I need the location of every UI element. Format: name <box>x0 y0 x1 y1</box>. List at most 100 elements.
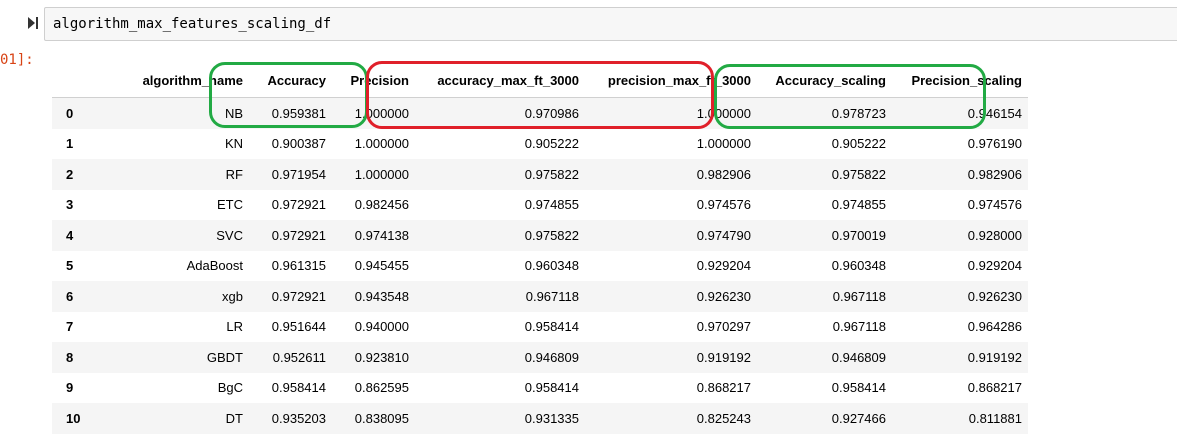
cell-accuracy-scaling: 0.970019 <box>831 227 886 243</box>
cell-algorithm-name: xgb <box>222 288 243 304</box>
row-index: 6 <box>66 288 74 304</box>
row-index: 3 <box>66 197 74 213</box>
column-header-accuracy-max-ft: accuracy_max_ft_3000 <box>415 64 585 98</box>
cell-precision: 0.943548 <box>354 288 409 304</box>
cell-accuracy-max-ft: 0.931335 <box>524 410 579 426</box>
cell-accuracy-max-ft: 0.905222 <box>524 136 579 152</box>
cell-accuracy-scaling: 0.967118 <box>832 319 886 335</box>
cell-precision-scaling: 0.982906 <box>967 166 1022 182</box>
dataframe-table: algorithm_name Accuracy Precision accura… <box>52 64 1028 434</box>
cell-precision: 0.945455 <box>354 258 409 274</box>
cell-precision-max-ft: 0.982906 <box>696 166 751 182</box>
cell-precision: 0.838095 <box>354 410 409 426</box>
column-header-accuracy: Accuracy <box>249 64 332 98</box>
cell-accuracy-scaling: 0.967118 <box>832 288 886 304</box>
table-row: 1 KN 0.900387 1.000000 0.905222 1.000000 0.905… <box>52 129 1028 160</box>
column-header-precision-scaling: Precision_scaling <box>892 64 1028 98</box>
cell-accuracy: 0.972921 <box>271 288 326 304</box>
cell-accuracy-scaling: 0.927466 <box>831 410 886 426</box>
cell-accuracy: 0.900387 <box>271 136 326 152</box>
row-index: 0 <box>66 105 74 121</box>
cell-precision-max-ft: 1.000000 <box>696 105 751 121</box>
cell-precision: 1.000000 <box>354 136 409 152</box>
run-step-icon[interactable] <box>26 16 40 30</box>
cell-precision-scaling: 0.926230 <box>967 288 1022 304</box>
cell-algorithm-name: RF <box>225 166 243 182</box>
cell-precision: 0.982456 <box>354 197 409 213</box>
table-row: 6 xgb 0.972921 0.943548 0.967118 0.926230 0.96… <box>52 281 1028 312</box>
code-editor[interactable]: algorithm_max_features_scaling_df <box>44 7 1177 41</box>
cell-precision: 0.940000 <box>354 319 409 335</box>
cell-precision-max-ft: 1.000000 <box>696 136 751 152</box>
cell-accuracy: 0.961315 <box>271 258 326 274</box>
cell-accuracy-max-ft: 0.975822 <box>524 227 579 243</box>
output-prompt: 01]: <box>0 52 34 68</box>
table-row: 0 NB 0.959381 1.000000 0.970986 1.000000 0.978… <box>52 97 1028 129</box>
cell-algorithm-name: GBDT <box>206 349 243 365</box>
table-row: 5 AdaBoost 0.961315 0.945455 0.960348 0.92920… <box>52 251 1028 282</box>
table-row: 10 DT 0.935203 0.838095 0.931335 0.825243 0.92… <box>52 403 1028 434</box>
row-index: 2 <box>66 166 74 182</box>
cell-precision-scaling: 0.964286 <box>967 319 1022 335</box>
input-cell[interactable]: algorithm_max_features_scaling_df <box>0 0 1177 48</box>
cell-accuracy-scaling: 0.978723 <box>831 105 886 121</box>
cell-accuracy-max-ft: 0.958414 <box>524 319 579 335</box>
row-index: 4 <box>66 227 74 243</box>
cell-precision: 1.000000 <box>354 105 409 121</box>
table-row: 4 SVC 0.972921 0.974138 0.975822 0.974790 0.97… <box>52 220 1028 251</box>
table-row: 2 RF 0.971954 1.000000 0.975822 0.982906 0.975… <box>52 159 1028 190</box>
cell-precision-max-ft: 0.970297 <box>696 319 751 335</box>
cell-accuracy-max-ft: 0.946809 <box>524 349 579 365</box>
cell-accuracy-scaling: 0.974855 <box>831 197 886 213</box>
cell-precision-scaling: 0.974576 <box>967 197 1022 213</box>
cell-accuracy-scaling: 0.958414 <box>831 380 886 396</box>
cell-algorithm-name: LR <box>226 319 243 335</box>
cell-algorithm-name: DT <box>225 410 243 426</box>
cell-precision-scaling: 0.811881 <box>968 410 1022 426</box>
cell-precision-max-ft: 0.974576 <box>696 197 751 213</box>
cell-precision-max-ft: 0.825243 <box>696 410 751 426</box>
cell-accuracy: 0.935203 <box>271 410 326 426</box>
column-header-accuracy-scaling: Accuracy_scaling <box>757 64 892 98</box>
column-header-precision: Precision <box>332 64 415 98</box>
index-header <box>52 64 104 98</box>
cell-precision-max-ft: 0.919192 <box>696 349 751 365</box>
cell-accuracy-scaling: 0.905222 <box>831 136 886 152</box>
cell-accuracy-max-ft: 0.967118 <box>525 288 579 304</box>
cell-precision-scaling: 0.919192 <box>967 349 1022 365</box>
cell-precision: 1.000000 <box>354 166 409 182</box>
table-header-row: algorithm_name Accuracy Precision accura… <box>52 64 1028 98</box>
cell-algorithm-name: BgC <box>217 380 243 396</box>
cell-precision-scaling: 0.946154 <box>967 105 1022 121</box>
cell-accuracy-scaling: 0.946809 <box>831 349 886 365</box>
cell-algorithm-name: ETC <box>217 197 243 213</box>
cell-precision: 0.923810 <box>354 349 409 365</box>
cell-precision: 0.974138 <box>354 227 409 243</box>
cell-precision-scaling: 0.929204 <box>967 258 1022 274</box>
cell-accuracy: 0.959381 <box>271 105 326 121</box>
cell-algorithm-name: AdaBoost <box>186 258 243 274</box>
cell-algorithm-name: SVC <box>216 227 243 243</box>
cell-precision: 0.862595 <box>354 380 409 396</box>
cell-precision-scaling: 0.928000 <box>967 227 1022 243</box>
cell-precision-scaling: 0.976190 <box>967 136 1022 152</box>
table-row: 3 ETC 0.972921 0.982456 0.974855 0.974576 0.97… <box>52 190 1028 221</box>
row-index: 1 <box>66 136 74 152</box>
cell-accuracy-scaling: 0.960348 <box>831 258 886 274</box>
code-text: algorithm_max_features_scaling_df <box>53 16 332 32</box>
table-row: 8 GBDT 0.952611 0.923810 0.946809 0.919192 0.9… <box>52 342 1028 373</box>
cell-accuracy-max-ft: 0.958414 <box>524 380 579 396</box>
cell-accuracy: 0.951644 <box>271 319 326 335</box>
cell-accuracy: 0.972921 <box>271 197 326 213</box>
cell-precision-max-ft: 0.926230 <box>696 288 751 304</box>
cell-algorithm-name: KN <box>224 136 243 152</box>
cell-accuracy-max-ft: 0.960348 <box>524 258 579 274</box>
cell-precision-max-ft: 0.974790 <box>696 227 751 243</box>
row-index: 10 <box>66 410 81 426</box>
row-index: 7 <box>66 319 74 335</box>
cell-accuracy-max-ft: 0.974855 <box>524 197 579 213</box>
cell-accuracy-max-ft: 0.970986 <box>524 105 579 121</box>
cell-accuracy-scaling: 0.975822 <box>831 166 886 182</box>
cell-accuracy: 0.958414 <box>271 380 326 396</box>
cell-precision-max-ft: 0.868217 <box>696 380 751 396</box>
